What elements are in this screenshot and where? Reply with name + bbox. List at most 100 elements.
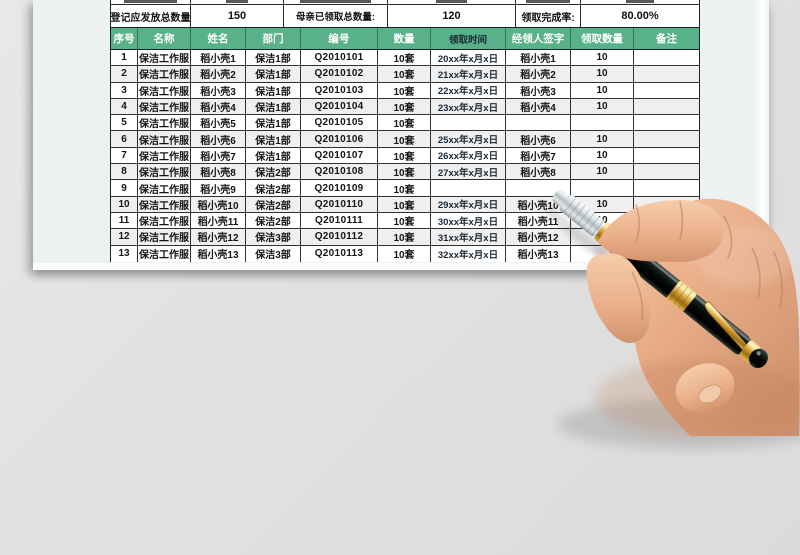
table-cell: 10套 — [378, 147, 431, 164]
table-cell: Q2010106 — [301, 131, 378, 147]
table-cell: 稻小壳8 — [191, 164, 246, 180]
table-body: 1 保洁工作服 稻小壳1 保洁1部 Q2010101 10套 20xx年x月x日 稻小壳1 10… — [111, 50, 699, 262]
clipped-cell — [516, 0, 581, 4]
table-cell — [634, 164, 699, 179]
table-cell: 6 — [111, 131, 138, 147]
table-cell: 保洁工作服 — [138, 66, 191, 82]
pen-band-engraving — [668, 282, 693, 309]
table-cell: 保洁工作服 — [138, 131, 191, 147]
table-cell: 10 — [571, 147, 634, 164]
table-cell: 10套 — [378, 245, 431, 262]
table-cell: Q2010112 — [301, 229, 378, 245]
table-cell: 保洁工作服 — [138, 147, 191, 164]
column-header: 姓名 — [191, 28, 246, 49]
table-row: 6 保洁工作服 稻小壳6 保洁1部 Q2010106 10套 25xx年x月x日 稻小壳6 10 — [111, 131, 699, 148]
summary-value-completion-rate: 80.00% — [621, 10, 659, 22]
clipped-cell — [388, 0, 516, 4]
column-header: 领取时间 — [431, 28, 506, 49]
table-cell: 稻小壳3 — [506, 82, 571, 98]
table-cell: 保洁2部 — [246, 164, 301, 180]
table-cell: Q2010102 — [301, 66, 378, 82]
table-cell: 稻小壳2 — [191, 66, 246, 82]
table-cell: 10套 — [378, 229, 431, 245]
table-cell — [571, 180, 634, 196]
table-cell — [506, 115, 571, 131]
table-cell — [431, 115, 506, 131]
summary-label-received-total: 母亲已领取总数量: — [284, 5, 388, 27]
table-cell — [571, 245, 634, 262]
table-cell: 10 — [571, 82, 634, 98]
table-cell — [634, 50, 699, 65]
table-cell: 保洁工作服 — [138, 180, 191, 196]
table-cell: Q2010103 — [301, 82, 378, 98]
table-cell: 稻小壳3 — [191, 82, 246, 98]
table-cell: 保洁1部 — [246, 147, 301, 164]
table-cell — [634, 148, 699, 163]
palm-lower-shading — [595, 360, 800, 436]
table-cell: 稻小壳2 — [506, 66, 571, 82]
table-cell: 稻小壳13 — [191, 245, 246, 262]
summary-label-completion-rate: 领取完成率: — [516, 5, 581, 27]
table-cell: 10套 — [378, 66, 431, 82]
table-row: 13 保洁工作服 稻小壳13 保洁3部 Q2010113 10套 32xx年x月x日 稻小壳1… — [111, 245, 699, 262]
table-cell: Q2010109 — [301, 180, 378, 196]
table-cell: 10 — [571, 131, 634, 147]
table-cell: 29xx年x月x日 — [431, 196, 506, 212]
table-cell: 稻小壳1 — [191, 50, 246, 66]
table-row: 1 保洁工作服 稻小壳1 保洁1部 Q2010101 10套 20xx年x月x日 稻小壳1 10 — [111, 50, 699, 67]
clipped-cell — [111, 0, 191, 4]
table-cell: 25xx年x月x日 — [431, 131, 506, 147]
table-cell: 保洁工作服 — [138, 229, 191, 245]
table-cell: 3 — [111, 82, 138, 98]
pen-end-ring — [739, 340, 761, 363]
pen-center-band — [666, 281, 697, 312]
table-cell: 保洁1部 — [246, 98, 301, 115]
table-cell: 9 — [111, 180, 138, 196]
table-row: 12 保洁工作服 稻小壳12 保洁3部 Q2010112 10套 31xx年x月x日 稻小壳1… — [111, 229, 699, 246]
table-cell: 23xx年x月x日 — [431, 98, 506, 115]
table-cell: Q2010108 — [301, 164, 378, 180]
table-cell: 稻小壳8 — [506, 164, 571, 180]
table-row: 9 保洁工作服 稻小壳9 保洁2部 Q2010109 10套 — [111, 180, 699, 197]
table-row: 8 保洁工作服 稻小壳8 保洁2部 Q2010108 10套 27xx年x月x日 稻小壳8 10 — [111, 164, 699, 181]
table-cell: 保洁1部 — [246, 115, 301, 131]
table-cell: 26xx年x月x日 — [431, 147, 506, 164]
column-header: 编号 — [301, 28, 378, 49]
column-header: 领取数量 — [571, 28, 634, 49]
table-cell: 稻小壳10 — [191, 196, 246, 212]
clipped-cell — [581, 0, 699, 4]
table-cell — [506, 180, 571, 196]
table-cell — [634, 115, 699, 130]
table-cell: 保洁2部 — [246, 212, 301, 229]
table-cell — [634, 213, 699, 228]
column-header: 序号 — [111, 28, 138, 49]
table-cell: 8 — [111, 164, 138, 180]
table-cell: 保洁1部 — [246, 82, 301, 98]
table-cell: 保洁3部 — [246, 245, 301, 262]
table-row: 5 保洁工作服 稻小壳5 保洁1部 Q2010105 10套 — [111, 115, 699, 132]
table-cell: Q2010111 — [301, 212, 378, 229]
table-row: 2 保洁工作服 稻小壳2 保洁1部 Q2010102 10套 21xx年x月x日 稻小壳2 10 — [111, 66, 699, 83]
table-cell: 10套 — [378, 98, 431, 115]
table-cell: 稻小壳6 — [191, 131, 246, 147]
table-cell: 4 — [111, 98, 138, 115]
table-cell: 稻小壳13 — [506, 245, 571, 262]
pen-end-dome — [749, 348, 768, 368]
fingernail — [698, 384, 722, 404]
table-cell: Q2010105 — [301, 115, 378, 131]
table-cell: Q2010107 — [301, 147, 378, 164]
table-cell: 保洁1部 — [246, 131, 301, 147]
table-cell: 保洁1部 — [246, 50, 301, 66]
table-cell: Q2010101 — [301, 50, 378, 66]
table-row: 11 保洁工作服 稻小壳11 保洁2部 Q2010111 10套 30xx年x月x日 稻小壳1… — [111, 212, 699, 230]
table-cell: 2 — [111, 66, 138, 82]
table-row: 3 保洁工作服 稻小壳3 保洁1部 Q2010103 10套 22xx年x月x日 稻小壳3 10 — [111, 82, 699, 99]
table-cell — [634, 99, 699, 114]
pen-clip — [704, 301, 750, 353]
table-cell: 30xx年x月x日 — [431, 212, 506, 229]
table-cell: 保洁工作服 — [138, 98, 191, 115]
table-cell: 保洁2部 — [246, 180, 301, 196]
table-cell: 保洁工作服 — [138, 50, 191, 66]
spreadsheet-table: 登记应发放总数量 150 母亲已领取总数量: 120 领取完成率: 80.00%… — [110, 0, 700, 262]
table-cell: 保洁2部 — [246, 196, 301, 212]
